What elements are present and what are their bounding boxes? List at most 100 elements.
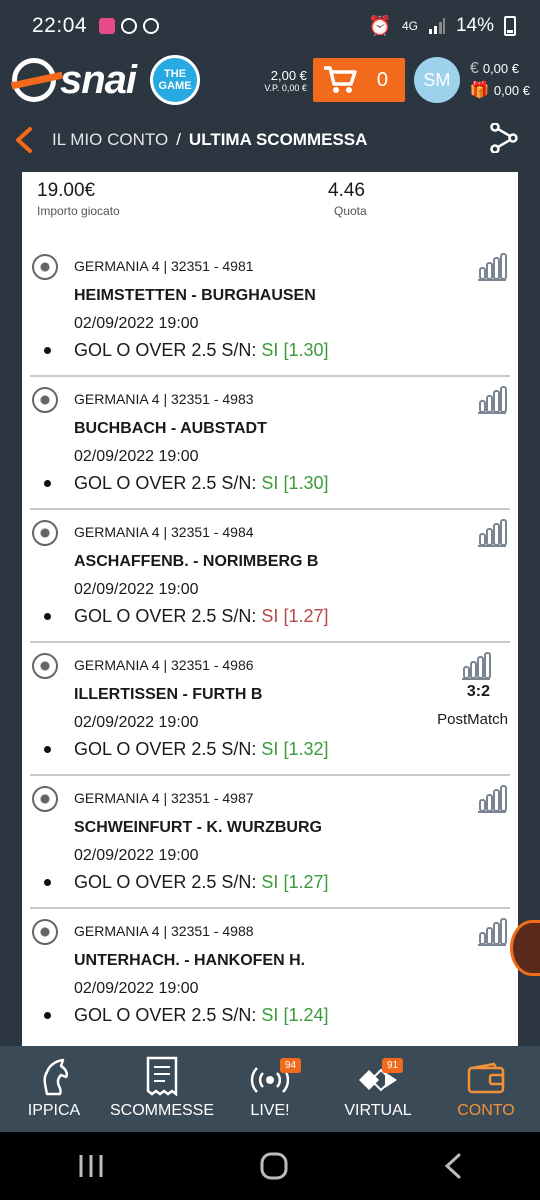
battery-icon xyxy=(504,16,516,36)
event-date: 02/09/2022 19:00 xyxy=(74,448,199,465)
logo-text: snai xyxy=(60,57,137,102)
pick-market: GOL O OVER 2.5 S/N: xyxy=(74,872,257,892)
cart-button[interactable]: 0 xyxy=(312,58,405,102)
balance-value: 2,00 € xyxy=(270,67,307,83)
gift-icon: 🎁 xyxy=(469,82,490,99)
pick-market: GOL O OVER 2.5 S/N: xyxy=(74,606,257,626)
wallet-euro: 0,00 € xyxy=(482,61,519,76)
bullet-icon xyxy=(44,746,51,753)
nav-conto-label: CONTO xyxy=(457,1102,515,1119)
avatar[interactable]: SM xyxy=(413,57,460,103)
stats-bars-icon[interactable] xyxy=(460,651,492,686)
amount-played: 19.00€ xyxy=(37,180,96,201)
wallet-bonus: 0,00 € xyxy=(493,83,530,98)
match-score: 3:2 xyxy=(466,683,490,700)
event-date: 02/09/2022 19:00 xyxy=(74,315,199,332)
notification-icons xyxy=(99,18,160,34)
event-date: 02/09/2022 19:00 xyxy=(74,980,199,997)
bet-event-row: GERMANIA 4 | 32351 - 4981 HEIMSTETTEN - … xyxy=(30,244,510,377)
soccer-ball-icon xyxy=(32,786,58,812)
stats-bars-icon[interactable] xyxy=(476,917,508,952)
cart-icon xyxy=(323,66,357,93)
bullet-icon xyxy=(44,480,51,487)
event-league: GERMANIA 4 | 32351 - 4983 xyxy=(74,391,254,407)
status-right: ⏰ 4G 14% xyxy=(368,14,516,38)
bet-event-row: GERMANIA 4 | 32351 - 4987 SCHWEINFURT - … xyxy=(30,776,510,909)
stats-bars-icon[interactable] xyxy=(476,518,508,553)
pick-market: GOL O OVER 2.5 S/N: xyxy=(74,340,257,360)
event-pick: GOL O OVER 2.5 S/N: SI [1.24] xyxy=(74,1005,328,1026)
live-badge: 94 xyxy=(280,1058,302,1073)
event-league: GERMANIA 4 | 32351 - 4987 xyxy=(74,790,254,806)
pick-outcome: SI xyxy=(261,606,279,626)
total-odds: 4.46 xyxy=(328,180,365,201)
event-pick: GOL O OVER 2.5 S/N: SI [1.27] xyxy=(74,606,328,627)
logo-ring-icon xyxy=(12,58,56,102)
event-teams: ILLERTISSEN - FURTH B xyxy=(74,686,263,703)
nav-scommesse[interactable]: SCOMMESSE xyxy=(108,1046,216,1132)
status-bar: 22:04 ⏰ 4G 14% xyxy=(0,0,540,52)
pick-outcome: SI xyxy=(261,1005,279,1025)
pick-odds: [1.32] xyxy=(283,739,329,759)
recent-apps-icon[interactable] xyxy=(76,1153,106,1179)
nav-virtual-label: VIRTUAL xyxy=(344,1102,412,1119)
virtual-badge: 91 xyxy=(382,1058,404,1073)
breadcrumb: IL MIO CONTO / ULTIMA SCOMMESSA xyxy=(0,108,540,172)
bet-event-row: GERMANIA 4 | 32351 - 4983 BUCHBACH - AUB… xyxy=(30,377,510,510)
the-game-line1: THE xyxy=(164,68,187,80)
event-teams: SCHWEINFURT - K. WURZBURG xyxy=(74,819,322,836)
back-chevron-icon[interactable] xyxy=(14,127,38,153)
event-league: GERMANIA 4 | 32351 - 4986 xyxy=(74,657,254,673)
soccer-ball-icon xyxy=(32,254,58,280)
stats-bars-icon[interactable] xyxy=(476,784,508,819)
nav-virtual[interactable]: 91 VIRTUAL xyxy=(324,1046,432,1132)
bullet-icon xyxy=(44,347,51,354)
match-status: PostMatch xyxy=(437,711,508,728)
wallet-block[interactable]: €0,00 € 🎁 0,00 € xyxy=(470,58,530,102)
bet-event-row: GERMANIA 4 | 32351 - 4988 UNTERHACH. - H… xyxy=(30,909,510,1042)
event-pick: GOL O OVER 2.5 S/N: SI [1.30] xyxy=(74,473,328,494)
odds-label: Quota xyxy=(334,204,367,218)
snai-logo[interactable]: snai xyxy=(12,57,137,103)
nav-ippica-label: IPPICA xyxy=(27,1102,81,1119)
pick-outcome: SI xyxy=(261,739,279,759)
nav-conto[interactable]: CONTO xyxy=(432,1046,540,1132)
soccer-ball-icon xyxy=(32,653,58,679)
system-navigation-bar xyxy=(0,1132,540,1200)
share-icon[interactable] xyxy=(490,121,518,158)
pick-market: GOL O OVER 2.5 S/N: xyxy=(74,473,257,493)
soccer-ball-icon xyxy=(32,387,58,413)
soccer-ball-icon xyxy=(32,919,58,945)
event-pick: GOL O OVER 2.5 S/N: SI [1.27] xyxy=(74,872,328,893)
breadcrumb-parent[interactable]: IL MIO CONTO xyxy=(52,130,168,150)
soccer-ball-icon xyxy=(32,520,58,546)
ticket-icon xyxy=(146,1056,178,1096)
wallet-icon xyxy=(467,1062,505,1094)
home-icon[interactable] xyxy=(259,1151,289,1181)
event-date: 02/09/2022 19:00 xyxy=(74,581,199,598)
event-teams: HEIMSTETTEN - BURGHAUSEN xyxy=(74,287,316,304)
event-date: 02/09/2022 19:00 xyxy=(74,847,199,864)
pick-outcome: SI xyxy=(261,340,279,360)
pick-outcome: SI xyxy=(261,473,279,493)
nav-ippica[interactable]: IPPICA xyxy=(0,1046,108,1132)
nav-live[interactable]: 94 LIVE! xyxy=(216,1046,324,1132)
nav-live-label: LIVE! xyxy=(250,1102,290,1119)
pick-market: GOL O OVER 2.5 S/N: xyxy=(74,739,257,759)
amount-label: Importo giocato xyxy=(37,204,120,218)
page-title: ULTIMA SCOMMESSA xyxy=(188,130,368,149)
bullet-icon xyxy=(44,879,51,886)
event-league: GERMANIA 4 | 32351 - 4981 xyxy=(74,258,254,274)
the-game-button[interactable]: THE GAME xyxy=(150,55,201,105)
stats-bars-icon[interactable] xyxy=(476,252,508,287)
event-teams: ASCHAFFENB. - NORIMBERG B xyxy=(74,553,319,570)
bet-event-row: GERMANIA 4 | 32351 - 4986 ILLERTISSEN - … xyxy=(30,643,510,776)
back-icon[interactable] xyxy=(442,1152,464,1180)
vp-value: V.P. 0,00 € xyxy=(264,82,307,93)
network-label: 4G xyxy=(401,19,418,33)
app-notification-icon xyxy=(99,18,116,34)
alarm-icon: ⏰ xyxy=(368,16,392,37)
whatsapp-icon xyxy=(121,18,138,34)
event-league: GERMANIA 4 | 32351 - 4988 xyxy=(74,923,254,939)
stats-bars-icon[interactable] xyxy=(476,385,508,420)
